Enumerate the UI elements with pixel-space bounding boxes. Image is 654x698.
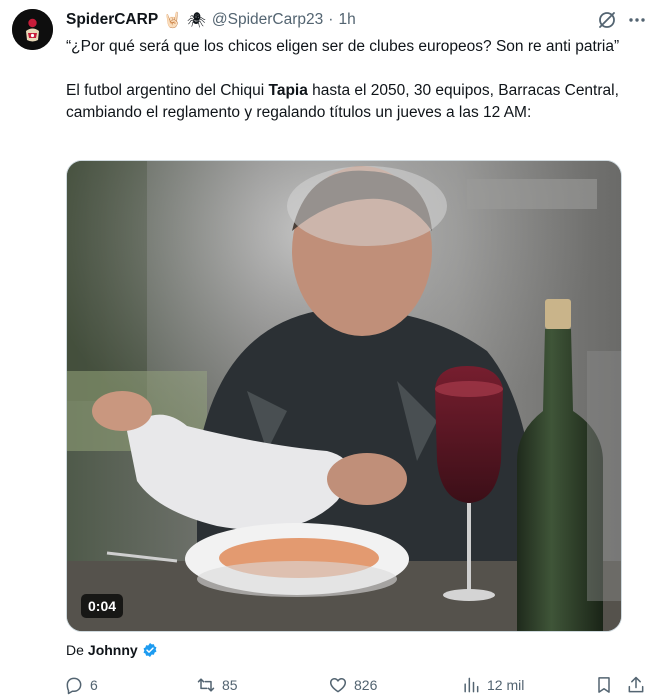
tweet[interactable]: SpiderCARP 🤘🏻 🕷 @SpiderCarp23 · 1h “¿Por… [0, 0, 654, 698]
more-options-icon[interactable] [626, 12, 648, 28]
share-button[interactable] [626, 674, 646, 696]
avatar[interactable] [12, 9, 53, 50]
tweet-body-line: El futbol argentino del Chiqui Tapia has… [66, 80, 650, 124]
reply-count: 6 [90, 677, 98, 693]
display-name[interactable]: SpiderCARP [66, 11, 158, 29]
video-duration: 0:04 [81, 594, 124, 618]
bookmark-icon [598, 677, 610, 693]
views-button[interactable]: 12 mil [461, 674, 524, 696]
tweet-quote-line: “¿Por qué será que los chicos eligen ser… [66, 38, 620, 55]
bookmark-button[interactable] [594, 674, 614, 696]
verified-badge-icon [143, 643, 157, 657]
tweet-header: SpiderCARP 🤘🏻 🕷 @SpiderCarp23 · 1h [66, 9, 356, 31]
timestamp[interactable]: 1h [338, 11, 355, 29]
reply-icon [66, 677, 82, 695]
attribution-author[interactable]: Johnny [88, 642, 138, 658]
view-count: 12 mil [487, 677, 525, 693]
repost-icon [197, 678, 215, 692]
video-player[interactable]: 0:04 [66, 160, 622, 632]
tweet-body-prefix: El futbol argentino del Chiqui [66, 82, 269, 99]
share-icon [628, 676, 644, 693]
user-handle[interactable]: @SpiderCarp23 [212, 11, 323, 29]
media-attribution: De Johnny [66, 640, 158, 660]
heart-icon [329, 678, 347, 693]
views-chart-icon [464, 677, 479, 693]
repost-count: 85 [222, 677, 238, 693]
grok-icon[interactable] [597, 10, 617, 30]
attribution-prefix: De [66, 642, 84, 658]
like-button[interactable]: 826 [328, 674, 377, 696]
reply-button[interactable]: 6 [64, 674, 98, 696]
rock-hand-emoji: 🤘🏻 [163, 11, 182, 29]
separator-dot: · [328, 11, 334, 28]
avatar-image [12, 9, 53, 50]
tweet-text: “¿Por qué será que los chicos eligen ser… [66, 36, 650, 124]
tweet-body-bold: Tapia [268, 82, 308, 99]
action-bar: 6 85 826 12 mil [64, 674, 650, 698]
video-frame [67, 161, 621, 631]
repost-button[interactable]: 85 [196, 674, 238, 696]
like-count: 826 [354, 677, 378, 693]
spider-emoji: 🕷 [186, 11, 206, 29]
